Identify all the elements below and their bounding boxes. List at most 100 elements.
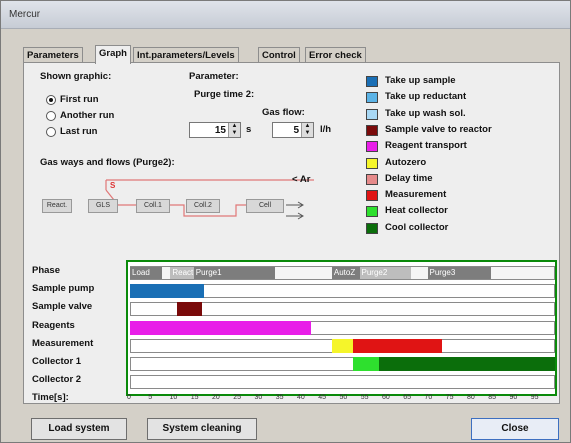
time-tick-label: 60 <box>382 394 390 401</box>
legend-label: Heat collector <box>385 205 448 217</box>
legend: Take up sample Take up reductant Take up w… <box>366 75 556 245</box>
gantt-row-label: Phase <box>32 265 60 276</box>
time-tick-label: 55 <box>360 394 369 401</box>
gas-flow-label: Gas flow: <box>262 107 305 118</box>
window-title: Mercur <box>9 9 41 20</box>
gantt-bar <box>378 357 555 371</box>
legend-swatch <box>366 222 378 234</box>
gantt-bar <box>130 284 205 299</box>
legend-swatch <box>366 173 378 185</box>
legend-label: Take up wash sol. <box>385 107 466 119</box>
flow-box-cell: Cell <box>246 199 284 213</box>
close-button[interactable]: Close <box>471 418 559 440</box>
legend-label: Reagent transport <box>385 140 467 152</box>
timing-chart: Load React Purge1 AutoZ Purge2 Purge3 <box>126 260 557 396</box>
time-axis-label: Time[s]: <box>32 392 69 403</box>
title-bar[interactable]: Mercur <box>1 1 570 29</box>
legend-swatch <box>366 92 378 104</box>
flow-marker: S <box>110 181 116 190</box>
graph-panel: Shown graphic: First run Another run Las… <box>23 62 560 404</box>
gantt-row <box>130 375 555 390</box>
gantt-bar <box>353 338 443 353</box>
flow-box-gls: GLS <box>88 199 118 213</box>
legend-swatch <box>366 108 378 120</box>
phase-segment: React <box>170 267 194 279</box>
phase-segment: Purge2 <box>359 267 411 279</box>
gantt-row-label: Reagents <box>32 319 75 331</box>
time-tick-label: 50 <box>339 394 348 401</box>
legend-label: Take up reductant <box>385 91 467 103</box>
legend-label: Sample valve to reactor <box>385 123 492 135</box>
purge-time-stepper[interactable]: 15 ▲ ▼ <box>189 122 241 138</box>
gas-flow-stepper[interactable]: 5 ▲ ▼ <box>272 122 314 138</box>
load-system-button[interactable]: Load system <box>31 418 127 440</box>
tab-graph[interactable]: Graph <box>95 45 131 64</box>
argon-label: < Ar <box>292 174 311 185</box>
tab-parameters[interactable]: Parameters <box>23 47 83 63</box>
time-tick-label: 80 <box>467 394 475 401</box>
tab-error-check[interactable]: Error check <box>305 47 366 63</box>
radio-another-run-label: Another run <box>60 110 115 121</box>
legend-swatch <box>366 76 378 87</box>
gas-flow-value: 5 <box>293 125 299 136</box>
gantt-row-label: Measurement <box>32 337 94 349</box>
legend-swatch <box>366 124 378 136</box>
time-tick-label: 40 <box>297 394 305 401</box>
gantt-row-label: Sample valve <box>32 301 93 313</box>
radio-first-run-indicator[interactable] <box>46 95 56 105</box>
flow-box-reactor: React. <box>42 199 72 213</box>
flow-box-coll2: Coll.2 <box>186 199 220 213</box>
legend-swatch <box>366 206 378 218</box>
tab-int-parameters-levels[interactable]: Int.parameters/Levels <box>133 47 239 63</box>
time-tick-label: 90 <box>509 394 518 401</box>
purge-time-spin-icon[interactable]: ▲ ▼ <box>228 123 240 137</box>
time-tick-label: 95 <box>530 394 539 401</box>
time-tick-label: 20 <box>212 394 220 401</box>
legend-swatch <box>366 190 378 202</box>
gantt-bar <box>353 357 379 371</box>
phase-segment: Load <box>130 267 162 279</box>
legend-label: Take up sample <box>385 75 456 86</box>
legend-label: Autozero <box>385 156 427 168</box>
gantt-bar <box>130 320 311 335</box>
time-tick-label: 85 <box>488 394 497 401</box>
gantt-row-label: Collector 2 <box>32 374 82 386</box>
purge-time-label: Purge time 2: <box>194 89 255 100</box>
time-tick-label: 5 <box>148 394 153 401</box>
system-cleaning-button[interactable]: System cleaning <box>147 418 257 440</box>
gas-flow-spin-icon[interactable]: ▲ ▼ <box>301 123 313 137</box>
time-tick-label: 0 <box>127 394 131 401</box>
time-tick-label: 35 <box>275 394 284 401</box>
shown-graphic-label: Shown graphic: <box>40 71 112 82</box>
legend-label: Delay time <box>385 172 433 184</box>
tab-control[interactable]: Control <box>258 47 300 63</box>
gantt-bar <box>331 338 354 353</box>
gantt-row-label: Sample pump <box>32 283 95 295</box>
radio-another-run-indicator[interactable] <box>46 111 56 121</box>
gas-ways-label: Gas ways and flows (Purge2): <box>40 157 175 168</box>
purge-time-unit: s <box>246 124 252 135</box>
phase-segment: AutoZ <box>331 267 360 279</box>
radio-last-run-label: Last run <box>60 126 98 137</box>
gas-flow-unit: l/h <box>320 124 332 135</box>
radio-last-run-indicator[interactable] <box>46 127 56 137</box>
parameter-label: Parameter: <box>189 71 239 82</box>
legend-swatch <box>366 157 378 169</box>
legend-label: Measurement <box>385 189 447 201</box>
legend-label: Cool collector <box>385 221 449 233</box>
purge-time-value: 15 <box>214 125 226 136</box>
time-tick-label: 30 <box>254 394 263 401</box>
radio-first-run-label: First run <box>60 94 99 105</box>
time-tick-label: 10 <box>169 394 178 401</box>
time-tick-label: 45 <box>318 394 327 401</box>
legend-swatch <box>366 141 378 153</box>
phase-segment: Purge1 <box>193 267 275 279</box>
time-tick-label: 75 <box>445 394 454 401</box>
main-window: Mercur Parameters Graph Int.parameters/L… <box>0 0 571 443</box>
time-tick-label: 70 <box>424 394 433 401</box>
phase-segment: Purge3 <box>427 267 492 279</box>
time-tick-label: 15 <box>190 394 199 401</box>
time-tick-label: 25 <box>233 394 242 401</box>
flow-box-coll1: Coll.1 <box>136 199 170 213</box>
gantt-row-label: Collector 1 <box>32 356 82 367</box>
